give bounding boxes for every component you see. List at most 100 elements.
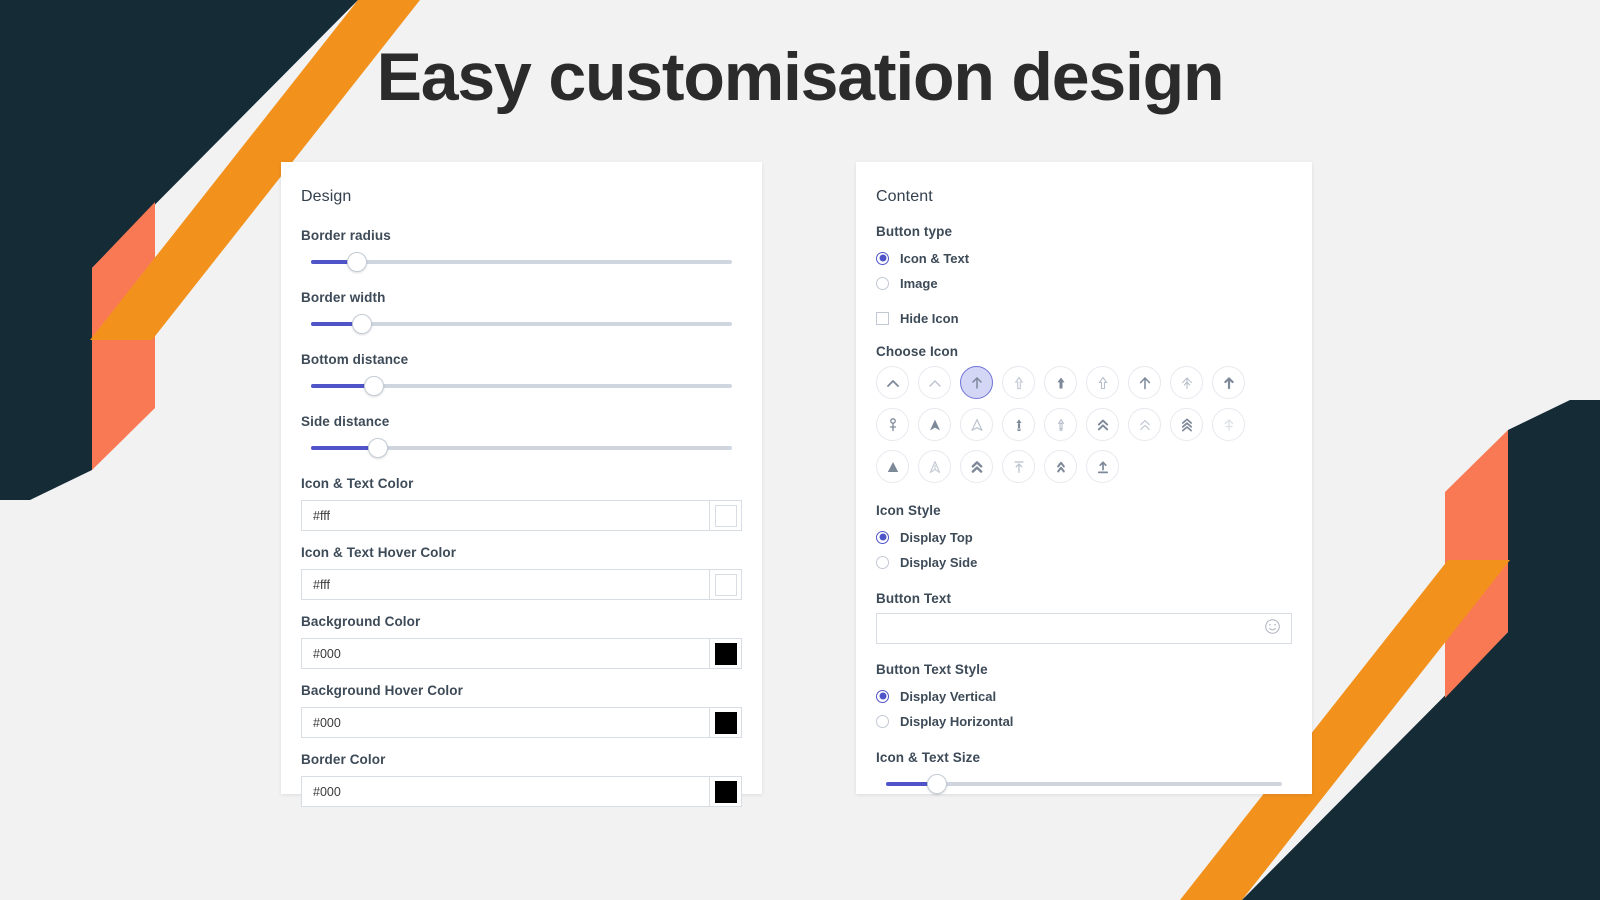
icon-style-radio[interactable] xyxy=(876,555,889,569)
slider-block: Bottom distance xyxy=(301,352,742,396)
color-value-input[interactable]: #000 xyxy=(301,638,709,669)
icon-option-navigation-outline-icon[interactable] xyxy=(918,450,951,483)
design-panel-title: Design xyxy=(301,188,352,205)
icon-option-arrow-up-filled-icon[interactable] xyxy=(1044,366,1077,399)
design-1-slider[interactable] xyxy=(301,314,742,334)
content-panel: Content Button type Icon & Text Image Hid… xyxy=(856,162,1312,794)
slider-thumb[interactable] xyxy=(368,438,389,458)
design-3-slider[interactable] xyxy=(301,438,742,458)
icon-style-option[interactable]: Display Side xyxy=(876,550,1292,574)
icon-style-radio[interactable] xyxy=(876,530,889,544)
button-text-style-option[interactable]: Display Horizontal xyxy=(876,709,1292,733)
color-field: Icon & Text Color #fff xyxy=(301,476,742,531)
slider-block: Side distance xyxy=(301,414,742,458)
choose-icon-label: Choose Icon xyxy=(876,344,959,359)
color-field: Border Color #000 xyxy=(301,752,742,807)
color-value-input[interactable]: #000 xyxy=(301,776,709,807)
button-type-radio[interactable] xyxy=(876,251,889,265)
icon-option-double-chevron-up-icon[interactable] xyxy=(1086,408,1119,441)
slider-label: Border radius xyxy=(301,228,391,243)
icon-option-arrow-to-top-icon[interactable] xyxy=(1002,450,1035,483)
icon-option-arrow-up-outline-thin-icon[interactable] xyxy=(1002,366,1035,399)
icon-style-option[interactable]: Display Top xyxy=(876,525,1292,549)
design-sliders-group: Border radius Border width Bottom distance… xyxy=(301,228,742,458)
icon-grid xyxy=(876,366,1276,483)
color-swatch-button[interactable] xyxy=(709,500,742,531)
color-field-label: Background Color xyxy=(301,614,421,629)
slider-thumb[interactable] xyxy=(364,376,385,396)
color-field-label: Border Color xyxy=(301,752,386,767)
content-panel-title: Content xyxy=(876,188,933,205)
color-swatch-button[interactable] xyxy=(709,638,742,669)
icon-option-arrow-up-wide-icon[interactable] xyxy=(1128,366,1161,399)
button-text-input-wrapper[interactable] xyxy=(876,613,1292,644)
color-field-label: Icon & Text Hover Color xyxy=(301,545,457,560)
icon-option-arrow-up-bold-icon[interactable] xyxy=(1212,366,1245,399)
page-root: Easy customisation design Design Border … xyxy=(0,0,1600,900)
button-text-style-radio[interactable] xyxy=(876,689,889,703)
design-color-fields-group: Icon & Text Color #fff Icon & Text Hover C… xyxy=(301,476,742,807)
icon-option-arrow-up-pin-icon[interactable] xyxy=(876,408,909,441)
slider-thumb[interactable] xyxy=(927,774,948,794)
button-type-option[interactable]: Image xyxy=(876,271,1292,295)
icon-option-triangle-up-outline-icon[interactable] xyxy=(960,408,993,441)
button-type-label: Button type xyxy=(876,224,953,239)
color-field: Background Hover Color #000 xyxy=(301,683,742,738)
button-type-option[interactable]: Icon & Text xyxy=(876,246,1292,270)
slider-label: Bottom distance xyxy=(301,352,409,367)
color-value-input[interactable]: #fff xyxy=(301,569,709,600)
color-field: Background Color #000 xyxy=(301,614,742,669)
slider-track xyxy=(311,322,732,326)
icon-option-double-chevron-bold-icon[interactable] xyxy=(960,450,993,483)
icon-option-arrow-up-slim-icon[interactable] xyxy=(1044,408,1077,441)
icon-style-option-label: Display Side xyxy=(900,554,978,570)
icon-option-arrow-up-faded-icon[interactable] xyxy=(1212,408,1245,441)
icon-option-arrow-up-icon[interactable] xyxy=(960,366,993,399)
color-swatch xyxy=(714,642,737,665)
slider-thumb[interactable] xyxy=(347,252,368,272)
icon-option-double-chevron-narrow-icon[interactable] xyxy=(1044,450,1077,483)
color-swatch xyxy=(714,780,737,803)
decoration-bottom-right-coral xyxy=(1445,430,1508,698)
icon-option-triangle-solid-icon[interactable] xyxy=(876,450,909,483)
design-0-slider[interactable] xyxy=(301,252,742,272)
button-text-style-option[interactable]: Display Vertical xyxy=(876,684,1292,708)
page-title: Easy customisation design xyxy=(376,39,1225,115)
color-field-label: Icon & Text Color xyxy=(301,476,414,491)
button-text-style-option-label: Display Vertical xyxy=(900,688,997,704)
design-panel: Design Border radius Border width Bottom d… xyxy=(281,162,762,807)
color-value-input[interactable]: #fff xyxy=(301,500,709,531)
icon-option-triple-chevron-up-icon[interactable] xyxy=(1170,408,1203,441)
icon-style-option-label: Display Top xyxy=(900,529,973,545)
color-swatch-button[interactable] xyxy=(709,776,742,807)
icon-option-arrow-up-pill-icon[interactable] xyxy=(1002,408,1035,441)
icon-option-upload-icon[interactable] xyxy=(1086,450,1119,483)
icon-style-radio-group: Display Top Display Side xyxy=(876,525,1292,574)
hide-icon-label: Hide Icon xyxy=(900,310,959,326)
icon-option-chevron-up-icon[interactable] xyxy=(876,366,909,399)
slider-label: Border width xyxy=(301,290,386,305)
icon-text-size-label: Icon & Text Size xyxy=(876,750,981,765)
color-swatch-button[interactable] xyxy=(709,569,742,600)
hide-icon-checkbox[interactable] xyxy=(876,311,889,325)
color-value-input[interactable]: #000 xyxy=(301,707,709,738)
color-swatch-button[interactable] xyxy=(709,707,742,738)
slider-track xyxy=(311,260,732,264)
button-type-radio[interactable] xyxy=(876,276,889,290)
icon-option-triangle-up-filled-icon[interactable] xyxy=(918,408,951,441)
button-type-option-label: Image xyxy=(900,275,938,291)
color-swatch xyxy=(714,573,737,596)
icon-option-double-chevron-up-thin-icon[interactable] xyxy=(1128,408,1161,441)
button-text-style-radio[interactable] xyxy=(876,714,889,728)
icon-option-chevron-up-thin-icon[interactable] xyxy=(918,366,951,399)
design-2-slider[interactable] xyxy=(301,376,742,396)
slider-thumb[interactable] xyxy=(351,314,372,334)
icon-text-size-slider[interactable] xyxy=(876,774,1292,794)
icon-option-arrow-up-sketch-icon[interactable] xyxy=(1170,366,1203,399)
emoji-picker-icon[interactable] xyxy=(1264,618,1281,640)
hide-icon-checkbox-row[interactable]: Hide Icon xyxy=(876,306,1292,330)
button-type-radio-group: Icon & Text Image xyxy=(876,246,1292,295)
button-text-style-option-label: Display Horizontal xyxy=(900,713,1014,729)
icon-option-arrow-up-outline-icon[interactable] xyxy=(1086,366,1119,399)
button-type-option-label: Icon & Text xyxy=(900,250,970,266)
